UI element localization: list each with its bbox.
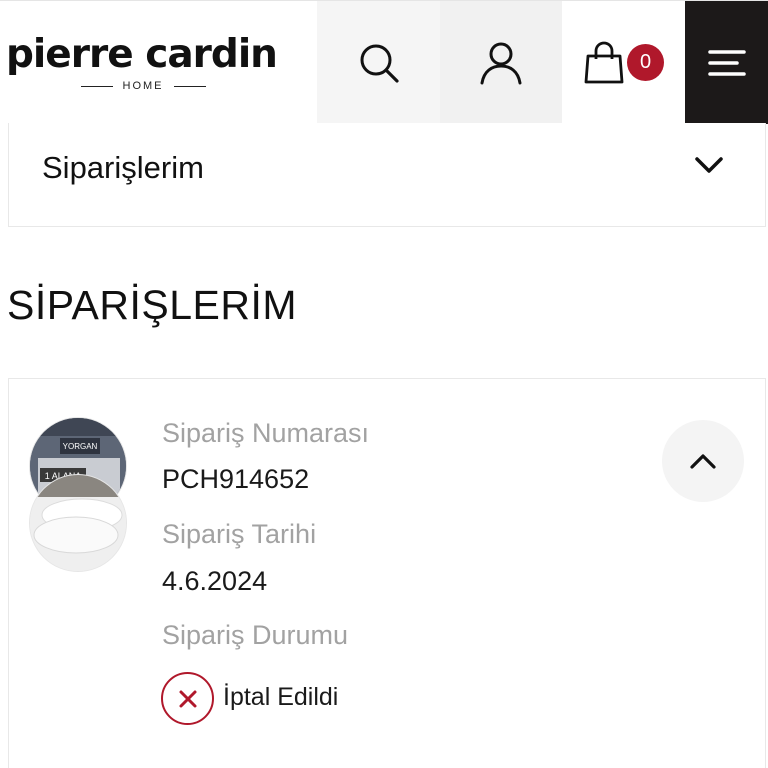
- order-number-label: Sipariş Numarası: [162, 418, 370, 448]
- cart-count-badge[interactable]: 0: [627, 44, 664, 81]
- product-thumbnail-pillow[interactable]: [29, 474, 127, 572]
- hamburger-menu-icon: [707, 49, 746, 76]
- search-icon: [360, 44, 399, 83]
- cart-button[interactable]: [562, 1, 685, 124]
- logo-divider-left: [80, 85, 113, 87]
- menu-button[interactable]: [685, 1, 768, 124]
- logo-divider-right: [173, 85, 206, 87]
- pillow-product-image: [30, 475, 126, 571]
- thumb-1-label: YORGAN: [63, 442, 98, 451]
- dropdown-selected-label: Siparişlerim: [42, 150, 204, 185]
- logo-subtext: HOME: [78, 79, 208, 93]
- order-date-value: 4.6.2024: [162, 566, 268, 596]
- chevron-up-icon: [690, 454, 716, 469]
- close-icon: [179, 690, 196, 707]
- search-button[interactable]: [317, 1, 440, 124]
- order-status-value: İptal Edildi: [223, 683, 339, 711]
- logo-text: pierre cardin: [6, 32, 278, 77]
- user-icon: [480, 42, 522, 84]
- order-status-label: Sipariş Durumu: [162, 620, 349, 650]
- chevron-down-icon: [695, 157, 723, 173]
- shopping-bag-icon: [584, 41, 623, 83]
- site-header: pierre cardin HOME 0: [0, 0, 768, 124]
- brand-logo[interactable]: pierre cardin HOME: [6, 29, 278, 99]
- page-title: SİPARİŞLERİM: [7, 282, 298, 328]
- order-number-value: PCH914652: [162, 464, 310, 494]
- account-section-dropdown[interactable]: Siparişlerim: [8, 123, 766, 227]
- order-date-label: Sipariş Tarihi: [162, 519, 317, 549]
- collapse-order-button[interactable]: [662, 420, 744, 502]
- cancelled-status-icon: [161, 672, 214, 725]
- logo-home-label: HOME: [122, 80, 164, 92]
- account-button[interactable]: [440, 1, 562, 124]
- order-card: [8, 378, 766, 768]
